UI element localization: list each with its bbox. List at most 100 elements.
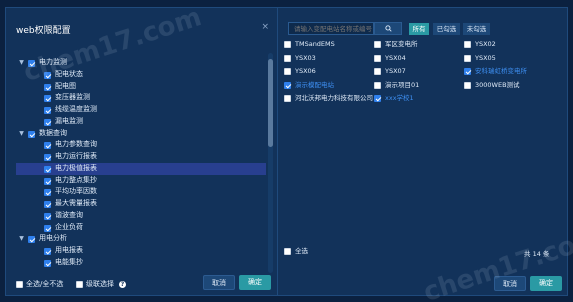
station-checkbox[interactable] <box>374 54 381 62</box>
station-item[interactable]: YSX07 <box>374 67 406 76</box>
tree-checkbox[interactable] <box>28 236 35 244</box>
station-checkbox[interactable] <box>464 68 471 75</box>
tree-item[interactable]: 变压器监测 <box>16 92 266 104</box>
filter-tab-checked[interactable]: 已勾选 <box>433 23 460 35</box>
filter-tab-all[interactable]: 所有 <box>409 23 429 35</box>
tree-item[interactable]: 用电报表 <box>16 245 266 257</box>
tree-checkbox[interactable] <box>44 71 51 79</box>
tree-checkbox[interactable] <box>44 83 51 91</box>
tree-checkbox[interactable] <box>44 224 51 232</box>
tree-item[interactable]: 企业负荷 <box>16 222 266 234</box>
tree-item[interactable]: 配电图 <box>16 81 266 93</box>
scrollbar-thumb[interactable] <box>268 59 273 147</box>
station-item[interactable]: 军区变电所 <box>374 40 418 49</box>
tree-checkbox[interactable] <box>44 212 51 220</box>
tree-item[interactable]: 谐波查询 <box>16 210 266 222</box>
right-cancel-button[interactable]: 取消 <box>494 276 526 291</box>
station-search-input[interactable] <box>288 22 374 35</box>
station-checkbox[interactable] <box>284 95 291 102</box>
station-item[interactable]: YSX04 <box>374 54 406 63</box>
total-count: 共 14 条 <box>524 250 550 258</box>
right-ok-button[interactable]: 确定 <box>530 276 562 291</box>
station-item[interactable]: YSX02 <box>464 40 496 49</box>
station-checkbox[interactable] <box>374 81 381 89</box>
close-icon[interactable]: × <box>261 22 269 32</box>
station-item[interactable]: YSX05 <box>464 54 496 63</box>
tree-item[interactable]: 电力参数查询 <box>16 139 266 151</box>
tree-group[interactable]: ▼ 数据查询 <box>16 128 266 140</box>
tree-checkbox[interactable] <box>44 189 51 197</box>
station-checkbox[interactable] <box>284 81 291 89</box>
station-item[interactable]: 安科瑞虹桥变电所 <box>464 67 527 76</box>
tree-checkbox[interactable] <box>28 130 35 138</box>
tree-scrollbar[interactable] <box>268 53 273 273</box>
cascade-select-checkbox[interactable] <box>76 281 83 288</box>
station-item[interactable]: YSX06 <box>284 67 316 76</box>
tree-checkbox[interactable] <box>44 259 51 267</box>
station-item[interactable]: 演示模配电站 <box>284 81 334 90</box>
expand-arrow-icon[interactable]: ▼ <box>18 57 25 69</box>
tree-checkbox[interactable] <box>44 118 51 126</box>
station-item[interactable]: 河北沃邦电力科技有限公司 <box>284 94 373 103</box>
station-checkbox[interactable] <box>374 68 381 75</box>
tree-label: 漏电监测 <box>55 116 83 125</box>
station-item[interactable]: 3000WEB测试 <box>464 81 520 90</box>
tree-item[interactable]: 最大需量报表 <box>16 198 266 210</box>
station-label: YSX03 <box>295 53 316 62</box>
station-checkbox[interactable] <box>464 81 471 89</box>
station-item[interactable]: TMSandEMS <box>284 40 335 49</box>
station-item[interactable]: 演示项目01 <box>374 81 419 90</box>
station-checkbox[interactable] <box>464 41 471 48</box>
station-checkbox[interactable] <box>284 68 291 75</box>
station-checkbox[interactable] <box>374 95 381 102</box>
station-label: xxx学校1 <box>385 94 414 102</box>
station-checkbox[interactable] <box>374 41 381 48</box>
station-label: YSX04 <box>385 53 406 62</box>
tree-item[interactable]: 电力整点集抄 <box>16 175 266 187</box>
web-permission-dialog: web权限配置 × ▼ 电力监测 配电状态 配电图 变压器监测 线缆温度监测 漏电监测 ▼ 数据… <box>5 7 279 296</box>
tree-item[interactable]: 电力运行报表 <box>16 151 266 163</box>
tree-item[interactable]: 平均功率因数 <box>16 186 266 198</box>
select-all-stations-checkbox[interactable] <box>284 248 291 255</box>
ok-button[interactable]: 确定 <box>239 275 271 290</box>
tree-checkbox[interactable] <box>28 60 35 67</box>
tree-checkbox[interactable] <box>44 177 51 185</box>
cascade-select-toggle[interactable]: 级联选择 ? <box>76 280 126 289</box>
tree-label: 谐波查询 <box>55 210 83 219</box>
select-all-label: 全选/全不选 <box>26 280 64 288</box>
tree-item[interactable]: 电能集抄 <box>16 257 266 269</box>
station-item[interactable]: xxx学校1 <box>374 94 414 103</box>
expand-arrow-icon[interactable]: ▼ <box>18 233 25 245</box>
select-all-checkbox[interactable] <box>16 281 23 288</box>
tree-checkbox[interactable] <box>44 201 51 208</box>
station-checkbox[interactable] <box>464 54 471 62</box>
expand-arrow-icon[interactable]: ▼ <box>18 128 25 140</box>
tree-checkbox[interactable] <box>44 154 51 161</box>
search-button[interactable] <box>374 22 402 35</box>
help-icon[interactable]: ? <box>119 281 126 288</box>
tree-item[interactable]: 漏电监测 <box>16 116 266 128</box>
filter-tab-unchecked[interactable]: 未勾选 <box>463 23 490 35</box>
tree-group[interactable]: ▼ 电力监测 <box>16 57 266 69</box>
tree-label: 用电报表 <box>55 246 83 254</box>
select-all-stations[interactable]: 全选 <box>284 247 308 256</box>
station-item[interactable]: YSX03 <box>284 54 316 63</box>
tree-label: 变压器监测 <box>55 93 90 102</box>
tree-item[interactable]: 电力极值报表 <box>16 162 266 175</box>
tree-checkbox[interactable] <box>44 107 51 114</box>
cancel-button[interactable]: 取消 <box>203 275 235 290</box>
tree-item[interactable]: 配电状态 <box>16 69 266 81</box>
tree-checkbox[interactable] <box>44 165 51 173</box>
tree-group[interactable]: ▼ 用电分析 <box>16 233 266 245</box>
station-checkbox[interactable] <box>284 54 291 62</box>
tree-label: 电力极值报表 <box>55 163 97 172</box>
station-label: 3000WEB测试 <box>475 80 520 89</box>
station-checkbox[interactable] <box>284 41 291 48</box>
tree-label: 电力整点集抄 <box>55 175 97 184</box>
tree-checkbox[interactable] <box>44 248 51 255</box>
tree-label: 电力运行报表 <box>55 152 97 160</box>
tree-item[interactable]: 线缆温度监测 <box>16 104 266 116</box>
tree-checkbox[interactable] <box>44 142 51 150</box>
tree-checkbox[interactable] <box>44 95 51 103</box>
select-all-toggle[interactable]: 全选/全不选 <box>16 280 63 289</box>
